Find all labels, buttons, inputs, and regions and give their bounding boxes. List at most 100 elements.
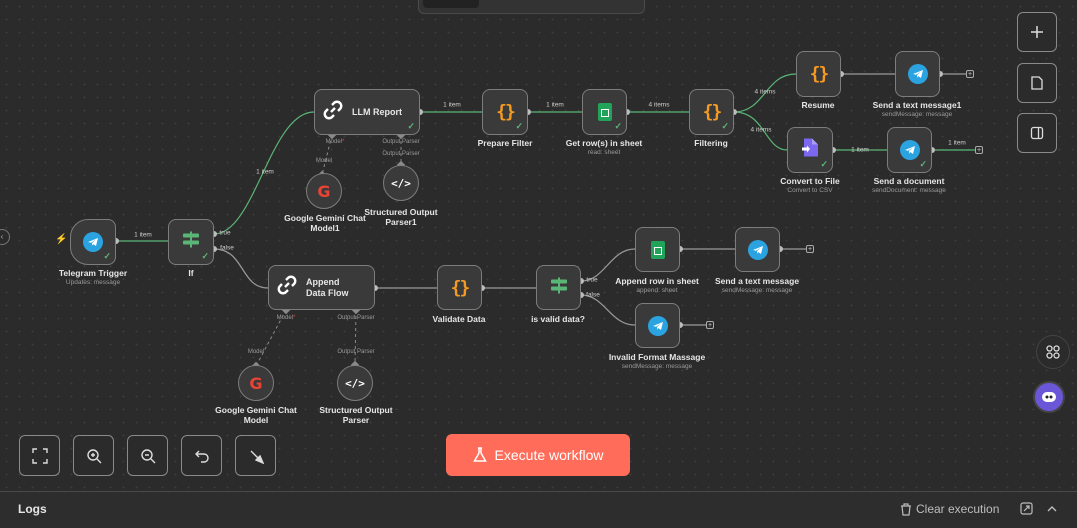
success-check-icon: ✓ [103,251,111,261]
edge-label: 4 items [754,88,776,96]
top-tab-switcher[interactable] [418,0,645,14]
clear-execution-button[interactable]: Clear execution [900,502,999,516]
node-parser-1[interactable]: </> [383,165,419,201]
zoom-out-button[interactable] [127,435,168,476]
code-braces-icon: {} [450,277,471,298]
node-telegram-trigger[interactable]: ✓ [70,219,116,265]
chain-link-icon [277,275,297,300]
expand-logs-button[interactable] [1046,502,1058,520]
clear-execution-label: Clear execution [916,502,1000,516]
node-get-rows[interactable]: ✓ [582,89,627,135]
node-label: Google Gemini Chat Model [215,405,297,425]
node-subtitle: Convert to CSV [787,187,833,194]
edge-label: 4 items [648,101,670,109]
edge-isvalid-invalid [580,294,636,326]
node-append-row[interactable] [635,227,680,272]
code-braces-icon: {} [496,101,516,123]
telegram-icon [907,64,928,84]
assistant-button[interactable] [1033,381,1065,413]
node-label: Resume [801,100,835,110]
handle-model-label: Model* [276,315,296,321]
node-label: Send a document [873,176,945,186]
node-gemini-2[interactable]: G [238,365,274,401]
node-llm-report[interactable]: LLM Report ✓ [314,89,420,135]
node-label: Prepare Filter [477,138,533,148]
undo-icon [194,450,209,463]
edge-label: 1 item [256,168,274,176]
node-validate-data[interactable]: {} [437,265,482,310]
node-label: Append Data Flow [306,276,349,298]
node-gemini-1[interactable]: G [306,173,342,209]
edge-label: 1 item [851,146,869,154]
panel-toggle-button[interactable] [1017,113,1057,153]
active-tab[interactable] [423,0,479,8]
sticky-note-button[interactable] [1017,63,1057,103]
apps-button[interactable] [1036,335,1070,369]
flask-icon [472,447,487,462]
undo-button[interactable] [181,435,222,476]
handle-model-label: Model* [325,139,345,145]
zoom-out-icon [140,448,155,463]
if-true-label: true [219,229,231,237]
add-next-node-button[interactable]: + [966,70,974,78]
handle-parser-label: Output Parser [337,349,375,355]
node-send-document[interactable]: ✓ [887,127,932,173]
google-icon: G [249,373,263,393]
execute-workflow-button[interactable]: Execute workflow [446,434,630,476]
node-label: Append row in sheet [615,276,699,286]
edge-label: 4 items [750,126,772,134]
node-prepare-filter[interactable]: {} ✓ [482,89,528,135]
node-label: Structured Output Parser1 [364,207,438,227]
chevron-up-icon [1047,506,1057,512]
trigger-bolt-icon: ⚡ [55,234,68,245]
node-label: LLM Report [352,106,402,117]
popout-button[interactable] [1020,502,1033,520]
success-check-icon: ✓ [407,121,415,131]
logs-title: Logs [18,502,47,516]
node-send-text[interactable] [735,227,780,272]
add-next-node-button[interactable]: + [975,146,983,154]
node-resume[interactable]: {} [796,51,841,97]
node-append-data-flow[interactable]: Append Data Flow [268,265,375,310]
zoom-in-button[interactable] [73,435,114,476]
node-label: Convert to File [780,176,840,186]
node-invalid-format[interactable] [635,303,680,348]
trash-icon [901,502,911,516]
tidy-up-button[interactable] [235,435,276,476]
add-next-node-button[interactable]: + [806,245,814,253]
node-send-text-1[interactable] [895,51,940,97]
add-node-button[interactable] [1017,12,1057,52]
edge-label: 1 item [443,101,461,109]
zoom-in-icon [86,448,101,463]
node-if[interactable]: ✓ [168,219,214,265]
handle-model-label: Model [247,349,265,355]
node-subtitle: read: sheet [587,149,621,156]
success-check-icon: ✓ [721,121,729,131]
fit-view-button[interactable] [19,435,60,476]
node-convert-to-file[interactable]: ✓ [787,127,833,173]
node-parser-2[interactable]: </> [337,365,373,401]
node-filtering[interactable]: {} ✓ [689,89,734,135]
chain-link-icon [323,100,343,125]
telegram-icon [83,232,103,252]
isvalid-true-label: true [586,276,598,284]
if-false-label: false [220,244,234,252]
google-sheets-icon [597,103,612,121]
sticky-note-icon [1031,76,1043,90]
success-check-icon: ✓ [919,159,927,169]
code-braces-icon: {} [702,101,723,123]
node-label: Send a text message [714,276,800,286]
tidy-up-icon [250,450,264,464]
logs-panel[interactable]: Logs Clear execution [0,491,1077,528]
add-node-icon [1031,26,1043,38]
node-label: If [188,268,194,278]
google-icon: G [317,181,331,201]
node-is-valid[interactable] [536,265,581,310]
add-next-node-button[interactable]: + [706,321,714,329]
node-label: Validate Data [432,314,486,324]
left-panel-handle[interactable]: ‹ [0,229,10,245]
edge-label: 1 item [134,231,152,239]
panel-toggle-icon [1030,126,1044,140]
edge-label: 1 item [546,101,564,109]
google-sheets-icon [650,240,665,259]
